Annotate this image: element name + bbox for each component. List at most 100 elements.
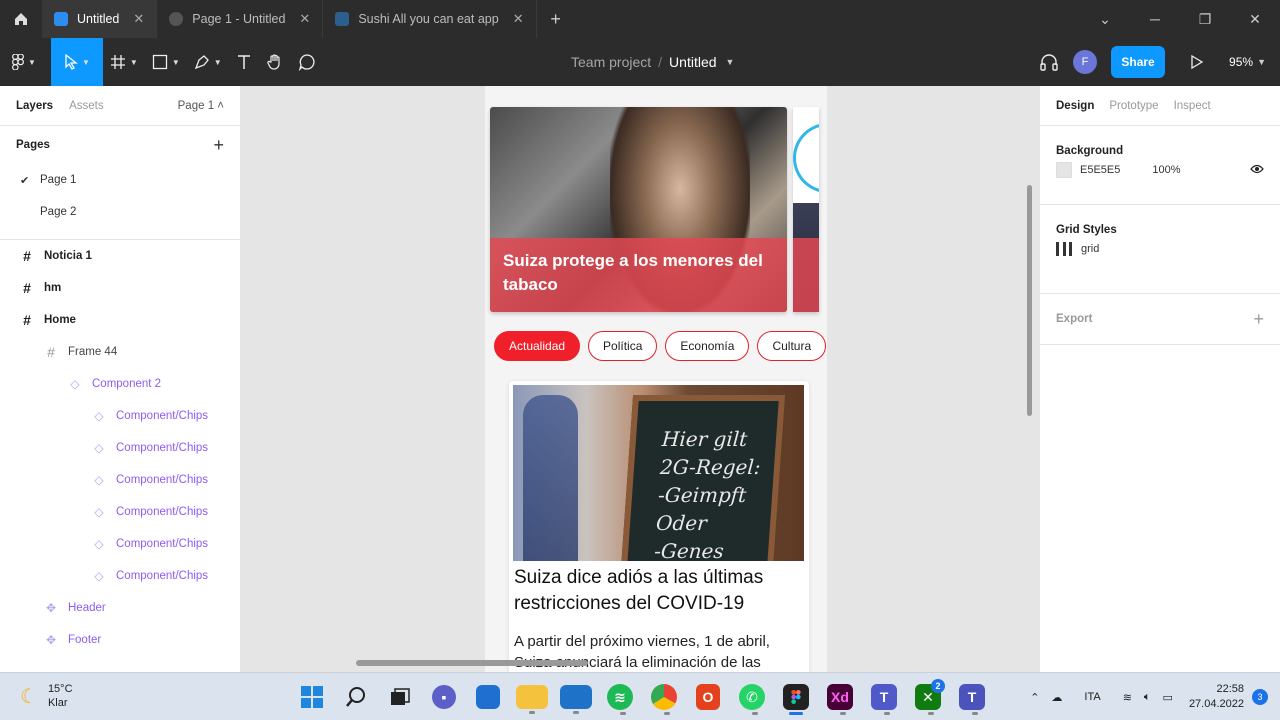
mail-icon[interactable] bbox=[560, 685, 592, 714]
page-selector[interactable]: Page 1 ˄ bbox=[178, 100, 224, 112]
layer-item[interactable]: # Noticia 1 bbox=[0, 240, 240, 272]
tab-assets[interactable]: Assets bbox=[69, 100, 104, 112]
teams-icon[interactable]: T bbox=[871, 684, 897, 715]
tabs-dropdown-icon[interactable]: ⌄ bbox=[1080, 0, 1130, 38]
close-tab-icon[interactable]: ✕ bbox=[299, 11, 310, 27]
battery-icon[interactable]: ▭ bbox=[1163, 691, 1173, 704]
hand-tool[interactable] bbox=[259, 38, 291, 86]
page-item[interactable]: ✔ Page 1 bbox=[0, 164, 240, 196]
background-swatch[interactable] bbox=[1056, 162, 1072, 178]
cloud-icon[interactable]: ☁ bbox=[1051, 691, 1062, 704]
start-menu-icon[interactable] bbox=[296, 681, 328, 713]
chevron-down-icon[interactable]: ▼ bbox=[1257, 57, 1266, 67]
tab-layers[interactable]: Layers bbox=[16, 100, 53, 112]
canvas[interactable]: Suiza protege a los menores del tabaco A… bbox=[241, 86, 1039, 672]
file-name[interactable]: Untitled bbox=[669, 54, 716, 70]
comment-tool[interactable] bbox=[291, 38, 323, 86]
layer-item[interactable]: ✥ Header bbox=[0, 592, 240, 624]
toolbar: ▼ ▼ ▼ ▼ ▼ Team project / Untitled ▼ F Sh… bbox=[0, 38, 1280, 86]
adobe-xd-icon[interactable]: Xd bbox=[827, 684, 853, 715]
grid-style-item[interactable]: grid bbox=[1056, 242, 1264, 293]
vertical-scrollbar[interactable] bbox=[1027, 185, 1032, 416]
window-close-icon[interactable]: ✕ bbox=[1230, 0, 1280, 38]
tab-inspect[interactable]: Inspect bbox=[1174, 100, 1211, 112]
file-explorer-icon[interactable] bbox=[516, 685, 548, 714]
tab-design[interactable]: Design bbox=[1056, 100, 1094, 112]
properties-panel: Design Prototype Inspect Background E5E5… bbox=[1039, 86, 1280, 672]
xbox-icon[interactable]: ✕ 2 bbox=[915, 679, 945, 715]
layer-item[interactable]: ◇ Component/Chips bbox=[0, 400, 240, 432]
tab-sushi[interactable]: Sushi All you can eat app ✕ bbox=[323, 0, 537, 38]
horizontal-scrollbar[interactable] bbox=[356, 660, 588, 666]
news-title: Suiza dice adiós a las últimas restricci… bbox=[514, 567, 764, 614]
spotify-icon[interactable]: ≋ bbox=[607, 684, 633, 715]
figma-app-icon[interactable] bbox=[783, 684, 809, 715]
move-tool[interactable]: ▼ bbox=[50, 38, 103, 86]
background-opacity[interactable]: 100% bbox=[1152, 164, 1180, 176]
export-header: Export bbox=[1056, 313, 1093, 325]
text-tool[interactable] bbox=[229, 38, 259, 86]
layer-item[interactable]: # hm bbox=[0, 272, 240, 304]
office-icon[interactable]: O bbox=[696, 684, 720, 710]
layer-item[interactable]: ✥ Footer bbox=[0, 624, 240, 656]
hero-news-card-next[interactable] bbox=[793, 107, 819, 312]
rectangle-icon bbox=[152, 54, 167, 70]
home-button[interactable] bbox=[0, 0, 42, 38]
check-icon: ✔ bbox=[20, 174, 30, 187]
restore-icon[interactable]: ❐ bbox=[1180, 0, 1230, 38]
zoom-level[interactable]: 95% bbox=[1229, 55, 1253, 69]
frame-tool[interactable]: ▼ bbox=[103, 38, 145, 86]
breadcrumb: Team project / Untitled ▼ bbox=[571, 38, 734, 86]
layer-item[interactable]: ◇ Component/Chips bbox=[0, 528, 240, 560]
chevron-up-icon[interactable]: ⌃ bbox=[1030, 691, 1039, 704]
new-tab-button[interactable]: + bbox=[537, 0, 575, 38]
weather-widget[interactable]: ☾ 15°C Klar bbox=[20, 682, 73, 710]
team-name[interactable]: Team project bbox=[571, 54, 651, 70]
language-indicator[interactable]: ITA bbox=[1084, 691, 1100, 703]
chip-politica[interactable]: Política bbox=[588, 331, 658, 361]
tab-prototype[interactable]: Prototype bbox=[1109, 100, 1158, 112]
notification-badge[interactable]: 3 bbox=[1252, 689, 1268, 705]
close-tab-icon[interactable]: ✕ bbox=[513, 11, 524, 27]
layer-item[interactable]: # Home bbox=[0, 304, 240, 336]
chrome-icon[interactable] bbox=[651, 684, 677, 715]
layer-item[interactable]: ◇ Component 2 bbox=[0, 368, 240, 400]
layer-item[interactable]: ◇ Component/Chips bbox=[0, 496, 240, 528]
close-tab-icon[interactable]: ✕ bbox=[133, 11, 144, 27]
news-card[interactable]: Hier gilt 2G-Regel: -Geimpft Oder -Genes Su… bbox=[509, 381, 809, 672]
tab-prototype[interactable]: Page 1 - Untitled ✕ bbox=[157, 0, 324, 38]
chip-cultura[interactable]: Cultura bbox=[757, 331, 827, 361]
shape-tool[interactable]: ▼ bbox=[145, 38, 187, 86]
chat-icon[interactable]: ▪ bbox=[432, 685, 456, 709]
headphones-icon[interactable] bbox=[1039, 53, 1059, 71]
store-icon[interactable] bbox=[476, 685, 500, 709]
present-play-icon[interactable] bbox=[1181, 54, 1211, 70]
page-item[interactable]: Page 2 bbox=[0, 196, 240, 228]
task-view-icon[interactable] bbox=[384, 681, 416, 713]
teams-classic-icon[interactable]: T bbox=[959, 684, 985, 715]
chip-economia[interactable]: Economía bbox=[665, 331, 750, 361]
pen-tool[interactable]: ▼ bbox=[187, 38, 229, 86]
share-button[interactable]: Share bbox=[1111, 46, 1166, 78]
avatar[interactable]: F bbox=[1073, 50, 1098, 74]
minimize-icon[interactable]: ─ bbox=[1130, 0, 1180, 38]
chip-actualidad[interactable]: Actualidad bbox=[494, 331, 581, 361]
whatsapp-icon[interactable]: ✆ bbox=[739, 684, 765, 715]
layer-item[interactable]: ◇ Component/Chips bbox=[0, 432, 240, 464]
wifi-icon[interactable]: ≋ bbox=[1123, 691, 1132, 704]
background-hex[interactable]: E5E5E5 bbox=[1080, 164, 1120, 176]
layer-item[interactable]: ◇ Component/Chips bbox=[0, 464, 240, 496]
main-menu-button[interactable]: ▼ bbox=[0, 38, 43, 86]
hero-news-card[interactable]: Suiza protege a los menores del tabaco bbox=[490, 107, 787, 312]
layer-item[interactable]: # Frame 44 bbox=[0, 336, 240, 368]
chevron-down-icon[interactable]: ▼ bbox=[726, 57, 735, 67]
eye-icon[interactable] bbox=[1250, 163, 1264, 177]
tab-label: Sushi All you can eat app bbox=[358, 12, 499, 26]
layer-item[interactable]: ◇ Component/Chips bbox=[0, 560, 240, 592]
search-icon[interactable] bbox=[340, 681, 372, 713]
volume-icon[interactable]: 🔈︎ bbox=[1144, 691, 1151, 704]
clock[interactable]: 22:58 27.04.2022 bbox=[1189, 682, 1244, 712]
add-page-icon[interactable]: + bbox=[213, 135, 224, 156]
tab-untitled[interactable]: Untitled ✕ bbox=[42, 0, 158, 38]
add-export-icon[interactable]: + bbox=[1253, 309, 1264, 330]
